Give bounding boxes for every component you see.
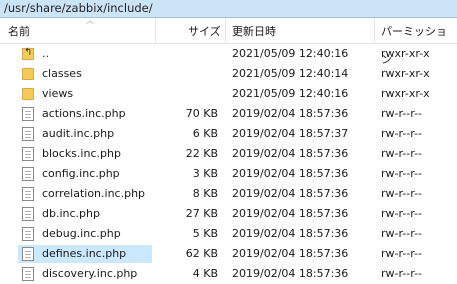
file-name: audit.inc.php (42, 127, 115, 140)
file-date: 2019/02/04 18:57:36 (232, 147, 349, 160)
folder-icon (22, 88, 34, 100)
file-icon (22, 107, 34, 121)
file-size: 5 KB (192, 227, 218, 240)
name-cell: config.inc.php (18, 165, 152, 183)
name-cell: ↰ .. (18, 45, 152, 63)
name-cell: views (18, 85, 152, 103)
file-icon (22, 267, 34, 281)
name-cell: actions.inc.php (18, 105, 152, 123)
name-cell: correlation.inc.php (18, 185, 152, 203)
list-item[interactable]: debug.inc.php 5 KB 2019/02/04 18:57:36 r… (0, 224, 457, 244)
file-name: discovery.inc.php (42, 267, 138, 280)
file-date: 2021/05/09 12:40:14 (232, 67, 349, 80)
name-cell: audit.inc.php (18, 125, 152, 143)
list-item[interactable]: classes 2021/05/09 12:40:14 rwxr-xr-x (0, 64, 457, 84)
file-date: 2019/02/04 18:57:36 (232, 207, 349, 220)
file-permission: rw-r--r-- (381, 127, 423, 140)
list-item[interactable]: actions.inc.php 70 KB 2019/02/04 18:57:3… (0, 104, 457, 124)
path-text: /usr/share/zabbix/include/ (4, 1, 153, 15)
file-name: db.inc.php (42, 207, 100, 220)
column-perm-header[interactable]: パーミッション (381, 18, 457, 66)
file-icon (22, 207, 34, 221)
file-date: 2019/02/04 18:57:36 (232, 227, 349, 240)
file-name: classes (42, 67, 82, 80)
column-size-label: サイズ (188, 25, 221, 38)
list-item-selected[interactable]: defines.inc.php 62 KB 2019/02/04 18:57:3… (0, 244, 457, 264)
file-list: ↰ .. 2021/05/09 12:40:16 rwxr-xr-x class… (0, 44, 457, 284)
file-permission: rw-r--r-- (381, 167, 423, 180)
file-permission: rw-r--r-- (381, 247, 423, 260)
file-permission: rw-r--r-- (381, 207, 423, 220)
file-name: views (42, 87, 74, 100)
file-icon (22, 247, 34, 261)
column-modified-label: 更新日時 (232, 25, 276, 38)
file-name: debug.inc.php (42, 227, 121, 240)
file-name: defines.inc.php (42, 247, 127, 260)
file-name: correlation.inc.php (42, 187, 146, 200)
list-item[interactable]: db.inc.php 27 KB 2019/02/04 18:57:36 rw-… (0, 204, 457, 224)
name-cell: defines.inc.php (18, 245, 152, 263)
file-permission: rwxr-xr-x (381, 87, 430, 100)
file-icon (22, 147, 34, 161)
file-size: 70 KB (185, 107, 218, 120)
path-bar[interactable]: /usr/share/zabbix/include/ (0, 0, 457, 18)
file-date: 2019/02/04 18:57:36 (232, 187, 349, 200)
name-cell: db.inc.php (18, 205, 152, 223)
file-date: 2019/02/04 18:57:36 (232, 167, 349, 180)
sort-ascending-icon: ︿ (86, 16, 94, 25)
list-item[interactable]: discovery.inc.php 4 KB 2019/02/04 18:57:… (0, 264, 457, 284)
file-permission: rw-r--r-- (381, 227, 423, 240)
file-date: 2019/02/04 18:57:36 (232, 107, 349, 120)
file-date: 2019/02/04 18:57:36 (232, 247, 349, 260)
file-size: 27 KB (185, 207, 218, 220)
file-icon (22, 127, 34, 141)
list-item[interactable]: audit.inc.php 6 KB 2019/02/04 18:57:37 r… (0, 124, 457, 144)
name-cell: blocks.inc.php (18, 145, 152, 163)
file-size: 6 KB (192, 127, 218, 140)
list-item[interactable]: views 2021/05/09 12:40:16 rwxr-xr-x (0, 84, 457, 104)
folder-icon (22, 68, 34, 80)
column-header: ︿ 名前 サイズ 更新日時 パーミッション (0, 16, 457, 66)
file-date: 2021/05/09 12:40:16 (232, 87, 349, 100)
file-permission: rw-r--r-- (381, 267, 423, 280)
file-size: 22 KB (185, 147, 218, 160)
name-cell: classes (18, 65, 152, 83)
file-size: 8 KB (192, 187, 218, 200)
list-item[interactable]: blocks.inc.php 22 KB 2019/02/04 18:57:36… (0, 144, 457, 164)
list-item[interactable]: correlation.inc.php 8 KB 2019/02/04 18:5… (0, 184, 457, 204)
file-icon (22, 167, 34, 181)
file-name: config.inc.php (42, 167, 120, 180)
file-permission: rwxr-xr-x (381, 67, 430, 80)
column-divider[interactable] (155, 18, 156, 44)
file-date: 2019/02/04 18:57:37 (232, 127, 349, 140)
file-date: 2021/05/09 12:40:16 (232, 47, 349, 60)
column-name-header[interactable]: ︿ 名前 (8, 16, 94, 44)
list-item[interactable]: config.inc.php 3 KB 2019/02/04 18:57:36 … (0, 164, 457, 184)
file-permission: rw-r--r-- (381, 147, 423, 160)
list-item[interactable]: ↰ .. 2021/05/09 12:40:16 rwxr-xr-x (0, 44, 457, 64)
file-size: 62 KB (185, 247, 218, 260)
file-icon (22, 227, 34, 241)
column-size-header[interactable]: サイズ (188, 18, 221, 44)
up-folder-icon: ↰ (22, 47, 34, 60)
name-cell: debug.inc.php (18, 225, 152, 243)
name-cell: discovery.inc.php (18, 265, 152, 283)
file-permission: rw-r--r-- (381, 187, 423, 200)
column-divider[interactable] (374, 18, 375, 44)
column-modified-header[interactable]: 更新日時 (232, 18, 276, 44)
file-size: 4 KB (192, 267, 218, 280)
file-permission: rw-r--r-- (381, 107, 423, 120)
file-permission: rwxr-xr-x (381, 47, 430, 60)
file-icon (22, 187, 34, 201)
file-date: 2019/02/04 18:57:36 (232, 267, 349, 280)
column-name-label: 名前 (8, 25, 30, 38)
file-name: actions.inc.php (42, 107, 126, 120)
file-size: 3 KB (192, 167, 218, 180)
column-divider[interactable] (225, 18, 226, 44)
file-name: .. (42, 47, 49, 60)
file-name: blocks.inc.php (42, 147, 121, 160)
